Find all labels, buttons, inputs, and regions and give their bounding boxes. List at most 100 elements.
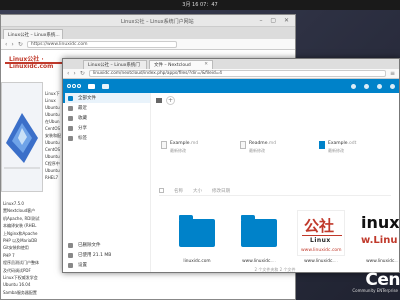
file-name-ellipsis: ... [333,259,338,264]
file-basename: Example [328,141,348,146]
contacts-icon[interactable] [377,83,382,89]
sidebar-footer-item[interactable]: 设置 [63,260,151,270]
tab-nextcloud-files[interactable]: 文件 – Nextcloud ✕ [149,60,213,69]
recent-file-text: Example.odt 最新修改 [328,141,356,154]
article-link[interactable]: 程序员测试门户整体 [3,259,63,266]
preview-text: w.Linu [361,235,398,246]
back-icon[interactable]: ‹ [5,41,7,48]
article-link[interactable]: 机Apache, RDI测试 [3,215,63,222]
home-icon[interactable] [156,97,162,103]
file-tile[interactable]: www.linuxidc.... [235,210,283,264]
tab-linuxidc[interactable]: Linux公社 – Linux系统... [3,29,63,39]
recent-file-name: Example.md [170,141,198,146]
sidebar-item-label: 标签 [78,136,87,141]
address-bar[interactable]: linuxidc.com/nextcloud/index.php/apps/fi… [88,70,386,77]
file-thumbnail: 公社 Linux www.linuxidc.com [297,210,345,256]
forward-icon[interactable]: › [11,41,13,48]
article-link[interactable]: Ubuntu 16.04 [3,281,63,288]
header-actions [351,83,395,89]
files-main: + Example.md 最新修改 Readme.md 最新修改 Example.odt… [151,93,400,272]
article-link[interactable]: Git安装和使用 [3,244,63,251]
sidebar-footer-item[interactable]: 已删除文件 [63,240,151,250]
sidebar-item-label: 设置 [78,263,87,268]
new-file-button[interactable]: + [166,95,175,105]
close-tab-icon[interactable]: ✕ [204,62,208,67]
sidebar-item[interactable]: 标签 [63,133,150,143]
tab-label: Linux公社 – Linux系统门 [88,63,140,68]
files-app-icon[interactable] [88,83,95,89]
file-name-text: www.linuxidc. [242,259,272,264]
avatar[interactable] [390,83,395,89]
folder-icon [68,95,73,101]
address-bar[interactable]: https://www.linuxidc.com [26,40,177,48]
sidebar-footer: 已删除文件已使用 21.1 MB 设置 [63,240,151,270]
clock[interactable]: 3月 16 07：47 [182,2,217,8]
file-thumbnail [173,210,221,256]
reload-icon[interactable]: ↻ [80,70,85,77]
article-link[interactable]: PHP 7 [3,252,63,259]
sidebar-footer-item[interactable]: 已使用 21.1 MB [63,250,151,260]
back-icon[interactable]: ‹ [67,70,69,77]
recent-file-text: Example.md 最新修改 [170,141,198,154]
sidebar-item[interactable]: 最近 [63,103,150,113]
share-icon [68,125,73,131]
nav-bar: ‹ › ↻ linuxidc.com/nextcloud/index.php/a… [63,69,399,79]
site-logo[interactable]: Linux公社 · Linuxidc.com [5,54,65,70]
file-tile[interactable]: linuxidc.com [173,210,221,264]
sidebar-item[interactable]: 分享 [63,123,150,133]
window-controls[interactable]: – ▢ ✕ [259,17,292,24]
folder-icon [179,215,215,247]
file-extension: .odt [347,141,357,146]
folder-icon [241,215,277,247]
menu-icon[interactable]: ≡ [390,70,395,77]
star-icon [68,115,73,121]
sort-by-modified[interactable]: 修改日期 [212,188,230,194]
file-name-text: www.linuxidc. [304,259,334,264]
sidebar-nav: 全部文件最近收藏 分享标签 [63,93,150,143]
forward-icon[interactable]: › [73,70,75,77]
window-title: Linux公社 – Linux系统门户网站 [121,19,194,25]
search-icon[interactable] [351,83,356,89]
article-link[interactable]: Linux7.5.0 [3,200,63,207]
nextcloud-logo-icon[interactable] [67,82,81,90]
file-name-ellipsis: ... [395,259,400,264]
sidebar-item[interactable]: 全部文件 [63,93,150,103]
recent-file-text: Readme.md 最新修改 [249,141,276,154]
desktop-brand: Cen Community ENTerprise [340,270,400,294]
tab-linuxidc[interactable]: Linux公社 – Linux系统门 [83,60,147,69]
article-link[interactable]: PHP 以及MariaDB [3,237,63,244]
file-list-header: 名称 大小 修改日期 [159,186,391,196]
recent-file[interactable]: Example.odt 最新修改 [319,141,389,161]
sidebar-item[interactable]: 收藏 [63,113,150,123]
article-link[interactable]: Linux下权威发学会 [3,274,63,281]
nextcloud-browser-window[interactable]: Linux公社 – Linux系统门 文件 – Nextcloud ✕ ‹ › … [62,58,400,273]
recent-file[interactable]: Example.md 最新修改 [161,141,231,161]
recent-file[interactable]: Readme.md 最新修改 [240,141,310,161]
reload-icon[interactable]: ↻ [18,41,23,48]
file-basename: Readme [249,141,268,146]
select-all-checkbox[interactable] [159,188,164,193]
preview-text: inux [361,213,400,232]
notifications-icon[interactable] [364,83,369,89]
sidebar-item-label: 已使用 21.1 MB [78,253,112,258]
file-tile[interactable]: 公社 Linux www.linuxidc.com www.linuxidc.... [297,210,345,264]
article-link[interactable]: 上Nginx和Apache [3,230,63,237]
nextcloud-header [63,79,399,93]
sidebar-item-label: 最近 [78,106,87,111]
article-link[interactable]: 置Nextcloud客户 [3,207,63,214]
preview-rule [302,235,342,236]
gallery-app-icon[interactable] [102,83,109,89]
trash-icon [68,242,73,248]
article-link[interactable]: 本编译安装 (RHEL [3,222,63,229]
sort-by-size[interactable]: 大小 [193,188,202,194]
article-link[interactable]: Samba服务器配置 [3,289,63,296]
files-sidebar: 全部文件最近收藏 分享标签 已删除文件已使用 21.1 MB 设置 [63,93,151,272]
logo-text: Linux公社 · Linuxidc.com [9,56,54,70]
brand-subtext: Community ENTerprise [352,288,398,293]
article-link[interactable]: 及代码调试PDF [3,267,63,274]
nav-bar: ‹ › ↻ https://www.linuxidc.com [1,39,295,50]
file-name: www.linuxidc.... [359,259,400,264]
sort-by-name[interactable]: 名称 [174,188,183,194]
file-tile[interactable]: inux w.Linu www.linuxidc.... [359,210,400,264]
article-thumbnail[interactable] [1,82,43,192]
